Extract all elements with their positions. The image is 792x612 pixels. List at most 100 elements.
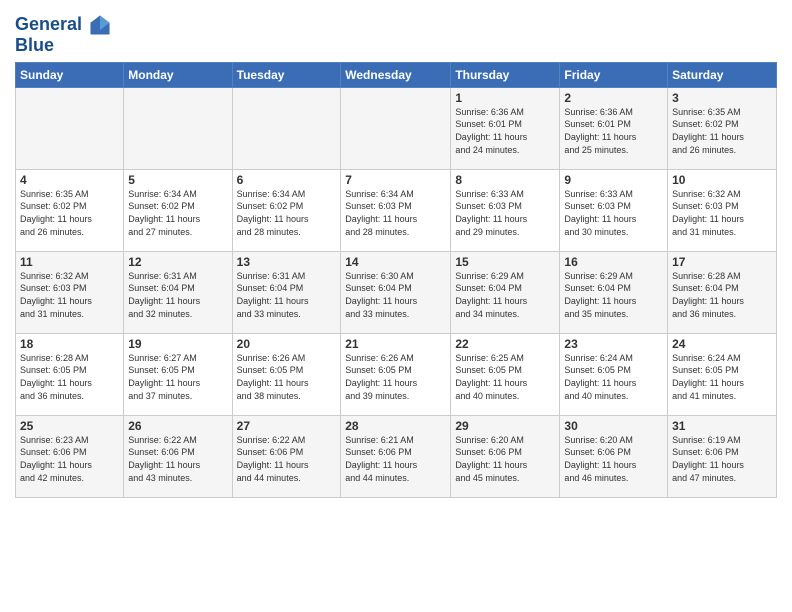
weekday-header-tuesday: Tuesday — [232, 62, 341, 87]
day-number: 26 — [128, 419, 227, 433]
day-number: 9 — [564, 173, 663, 187]
calendar-cell — [124, 87, 232, 169]
day-number: 17 — [672, 255, 772, 269]
day-number: 12 — [128, 255, 227, 269]
day-info: Sunrise: 6:32 AM Sunset: 6:03 PM Dayligh… — [672, 188, 772, 238]
calendar-cell: 6Sunrise: 6:34 AM Sunset: 6:02 PM Daylig… — [232, 169, 341, 251]
calendar-week-4: 18Sunrise: 6:28 AM Sunset: 6:05 PM Dayli… — [16, 333, 777, 415]
day-info: Sunrise: 6:31 AM Sunset: 6:04 PM Dayligh… — [237, 270, 337, 320]
calendar-cell: 28Sunrise: 6:21 AM Sunset: 6:06 PM Dayli… — [341, 415, 451, 497]
calendar-cell: 27Sunrise: 6:22 AM Sunset: 6:06 PM Dayli… — [232, 415, 341, 497]
day-number: 20 — [237, 337, 337, 351]
logo: General Blue — [15, 14, 111, 56]
calendar-cell: 7Sunrise: 6:34 AM Sunset: 6:03 PM Daylig… — [341, 169, 451, 251]
day-info: Sunrise: 6:26 AM Sunset: 6:05 PM Dayligh… — [237, 352, 337, 402]
calendar-cell: 3Sunrise: 6:35 AM Sunset: 6:02 PM Daylig… — [668, 87, 777, 169]
calendar-cell: 25Sunrise: 6:23 AM Sunset: 6:06 PM Dayli… — [16, 415, 124, 497]
calendar-week-5: 25Sunrise: 6:23 AM Sunset: 6:06 PM Dayli… — [16, 415, 777, 497]
day-number: 6 — [237, 173, 337, 187]
day-info: Sunrise: 6:23 AM Sunset: 6:06 PM Dayligh… — [20, 434, 119, 484]
calendar-cell: 26Sunrise: 6:22 AM Sunset: 6:06 PM Dayli… — [124, 415, 232, 497]
day-info: Sunrise: 6:22 AM Sunset: 6:06 PM Dayligh… — [237, 434, 337, 484]
day-number: 29 — [455, 419, 555, 433]
calendar-cell: 16Sunrise: 6:29 AM Sunset: 6:04 PM Dayli… — [560, 251, 668, 333]
calendar-cell: 20Sunrise: 6:26 AM Sunset: 6:05 PM Dayli… — [232, 333, 341, 415]
calendar-cell — [341, 87, 451, 169]
day-number: 3 — [672, 91, 772, 105]
calendar-cell — [16, 87, 124, 169]
day-number: 16 — [564, 255, 663, 269]
day-info: Sunrise: 6:27 AM Sunset: 6:05 PM Dayligh… — [128, 352, 227, 402]
day-number: 28 — [345, 419, 446, 433]
calendar-cell: 1Sunrise: 6:36 AM Sunset: 6:01 PM Daylig… — [451, 87, 560, 169]
weekday-header-sunday: Sunday — [16, 62, 124, 87]
calendar-cell: 9Sunrise: 6:33 AM Sunset: 6:03 PM Daylig… — [560, 169, 668, 251]
calendar-cell: 5Sunrise: 6:34 AM Sunset: 6:02 PM Daylig… — [124, 169, 232, 251]
day-info: Sunrise: 6:35 AM Sunset: 6:02 PM Dayligh… — [20, 188, 119, 238]
calendar-cell: 10Sunrise: 6:32 AM Sunset: 6:03 PM Dayli… — [668, 169, 777, 251]
day-info: Sunrise: 6:21 AM Sunset: 6:06 PM Dayligh… — [345, 434, 446, 484]
day-info: Sunrise: 6:33 AM Sunset: 6:03 PM Dayligh… — [455, 188, 555, 238]
calendar-cell: 21Sunrise: 6:26 AM Sunset: 6:05 PM Dayli… — [341, 333, 451, 415]
day-number: 7 — [345, 173, 446, 187]
calendar-cell: 23Sunrise: 6:24 AM Sunset: 6:05 PM Dayli… — [560, 333, 668, 415]
weekday-header-monday: Monday — [124, 62, 232, 87]
weekday-header-thursday: Thursday — [451, 62, 560, 87]
day-number: 10 — [672, 173, 772, 187]
calendar-table: SundayMondayTuesdayWednesdayThursdayFrid… — [15, 62, 777, 498]
day-number: 8 — [455, 173, 555, 187]
calendar-cell: 30Sunrise: 6:20 AM Sunset: 6:06 PM Dayli… — [560, 415, 668, 497]
calendar-week-2: 4Sunrise: 6:35 AM Sunset: 6:02 PM Daylig… — [16, 169, 777, 251]
calendar-cell: 4Sunrise: 6:35 AM Sunset: 6:02 PM Daylig… — [16, 169, 124, 251]
day-number: 25 — [20, 419, 119, 433]
calendar-cell: 12Sunrise: 6:31 AM Sunset: 6:04 PM Dayli… — [124, 251, 232, 333]
calendar-week-3: 11Sunrise: 6:32 AM Sunset: 6:03 PM Dayli… — [16, 251, 777, 333]
day-info: Sunrise: 6:36 AM Sunset: 6:01 PM Dayligh… — [455, 106, 555, 156]
day-info: Sunrise: 6:31 AM Sunset: 6:04 PM Dayligh… — [128, 270, 227, 320]
calendar-cell — [232, 87, 341, 169]
day-number: 13 — [237, 255, 337, 269]
day-info: Sunrise: 6:35 AM Sunset: 6:02 PM Dayligh… — [672, 106, 772, 156]
day-info: Sunrise: 6:33 AM Sunset: 6:03 PM Dayligh… — [564, 188, 663, 238]
calendar-cell: 2Sunrise: 6:36 AM Sunset: 6:01 PM Daylig… — [560, 87, 668, 169]
day-info: Sunrise: 6:29 AM Sunset: 6:04 PM Dayligh… — [564, 270, 663, 320]
day-number: 23 — [564, 337, 663, 351]
day-info: Sunrise: 6:34 AM Sunset: 6:03 PM Dayligh… — [345, 188, 446, 238]
calendar-cell: 18Sunrise: 6:28 AM Sunset: 6:05 PM Dayli… — [16, 333, 124, 415]
day-info: Sunrise: 6:25 AM Sunset: 6:05 PM Dayligh… — [455, 352, 555, 402]
day-info: Sunrise: 6:19 AM Sunset: 6:06 PM Dayligh… — [672, 434, 772, 484]
calendar-cell: 15Sunrise: 6:29 AM Sunset: 6:04 PM Dayli… — [451, 251, 560, 333]
day-number: 30 — [564, 419, 663, 433]
day-number: 2 — [564, 91, 663, 105]
day-info: Sunrise: 6:32 AM Sunset: 6:03 PM Dayligh… — [20, 270, 119, 320]
calendar-cell: 31Sunrise: 6:19 AM Sunset: 6:06 PM Dayli… — [668, 415, 777, 497]
calendar-cell: 8Sunrise: 6:33 AM Sunset: 6:03 PM Daylig… — [451, 169, 560, 251]
day-info: Sunrise: 6:26 AM Sunset: 6:05 PM Dayligh… — [345, 352, 446, 402]
day-number: 1 — [455, 91, 555, 105]
day-number: 14 — [345, 255, 446, 269]
calendar-cell: 24Sunrise: 6:24 AM Sunset: 6:05 PM Dayli… — [668, 333, 777, 415]
calendar-cell: 14Sunrise: 6:30 AM Sunset: 6:04 PM Dayli… — [341, 251, 451, 333]
calendar-cell: 17Sunrise: 6:28 AM Sunset: 6:04 PM Dayli… — [668, 251, 777, 333]
calendar-cell: 29Sunrise: 6:20 AM Sunset: 6:06 PM Dayli… — [451, 415, 560, 497]
day-info: Sunrise: 6:20 AM Sunset: 6:06 PM Dayligh… — [564, 434, 663, 484]
logo-text: General Blue — [15, 14, 111, 56]
page-header: General Blue — [15, 10, 777, 56]
day-number: 4 — [20, 173, 119, 187]
day-number: 18 — [20, 337, 119, 351]
calendar-cell: 22Sunrise: 6:25 AM Sunset: 6:05 PM Dayli… — [451, 333, 560, 415]
day-number: 24 — [672, 337, 772, 351]
day-number: 19 — [128, 337, 227, 351]
day-info: Sunrise: 6:30 AM Sunset: 6:04 PM Dayligh… — [345, 270, 446, 320]
day-number: 5 — [128, 173, 227, 187]
day-number: 11 — [20, 255, 119, 269]
calendar-cell: 19Sunrise: 6:27 AM Sunset: 6:05 PM Dayli… — [124, 333, 232, 415]
day-info: Sunrise: 6:34 AM Sunset: 6:02 PM Dayligh… — [237, 188, 337, 238]
day-info: Sunrise: 6:24 AM Sunset: 6:05 PM Dayligh… — [672, 352, 772, 402]
calendar-cell: 11Sunrise: 6:32 AM Sunset: 6:03 PM Dayli… — [16, 251, 124, 333]
day-number: 22 — [455, 337, 555, 351]
weekday-header-wednesday: Wednesday — [341, 62, 451, 87]
weekday-header-friday: Friday — [560, 62, 668, 87]
day-info: Sunrise: 6:24 AM Sunset: 6:05 PM Dayligh… — [564, 352, 663, 402]
day-info: Sunrise: 6:20 AM Sunset: 6:06 PM Dayligh… — [455, 434, 555, 484]
